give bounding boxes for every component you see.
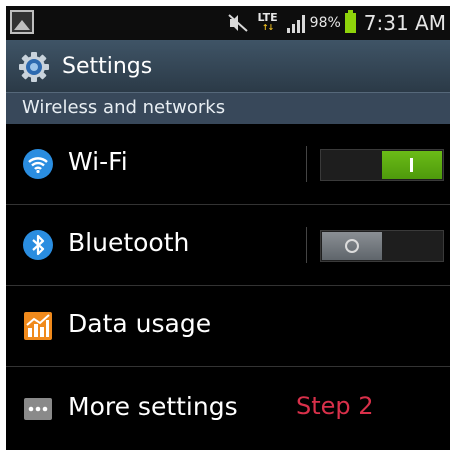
setting-row-data-usage[interactable]: Data usage bbox=[6, 286, 450, 367]
page-title: Settings bbox=[62, 54, 153, 79]
wifi-toggle-thumb bbox=[382, 151, 442, 179]
section-header-label: Wireless and networks bbox=[22, 97, 226, 118]
bluetooth-toggle[interactable] bbox=[320, 230, 444, 262]
network-label: LTE bbox=[257, 11, 278, 24]
setting-row-wifi[interactable]: Wi-Fi bbox=[6, 124, 450, 205]
row-divider bbox=[306, 227, 307, 263]
clock: 7:31 AM bbox=[363, 11, 446, 35]
section-header: Wireless and networks bbox=[6, 92, 450, 124]
data-usage-icon bbox=[24, 312, 52, 340]
setting-row-more-settings[interactable]: More settings bbox=[6, 367, 450, 448]
row-divider bbox=[306, 146, 307, 182]
bluetooth-toggle-thumb bbox=[322, 232, 382, 260]
data-usage-label: Data usage bbox=[68, 309, 212, 338]
battery-percent: 98% bbox=[309, 15, 341, 31]
step-annotation: Step 2 bbox=[296, 392, 374, 420]
wifi-label: Wi-Fi bbox=[68, 147, 128, 176]
setting-row-bluetooth[interactable]: Bluetooth bbox=[6, 205, 450, 286]
status-icons: LTE ↑↓ 98% 7:31 AM bbox=[227, 6, 446, 40]
gallery-icon bbox=[10, 10, 34, 34]
lte-icon: LTE ↑↓ bbox=[257, 11, 278, 32]
more-settings-icon bbox=[24, 398, 52, 420]
title-bar: Settings bbox=[6, 40, 450, 92]
bluetooth-icon bbox=[23, 230, 53, 260]
wifi-icon bbox=[23, 149, 53, 179]
signal-icon bbox=[286, 15, 305, 33]
wifi-toggle[interactable] bbox=[320, 149, 444, 181]
phone-screen: LTE ↑↓ 98% 7:31 AM Settings Wireless and… bbox=[6, 6, 450, 450]
mute-icon bbox=[228, 14, 249, 32]
bluetooth-label: Bluetooth bbox=[68, 228, 190, 257]
more-settings-label: More settings bbox=[68, 392, 238, 421]
battery-icon bbox=[344, 10, 356, 33]
gear-icon[interactable] bbox=[18, 51, 50, 83]
status-bar: LTE ↑↓ 98% 7:31 AM bbox=[6, 6, 450, 40]
